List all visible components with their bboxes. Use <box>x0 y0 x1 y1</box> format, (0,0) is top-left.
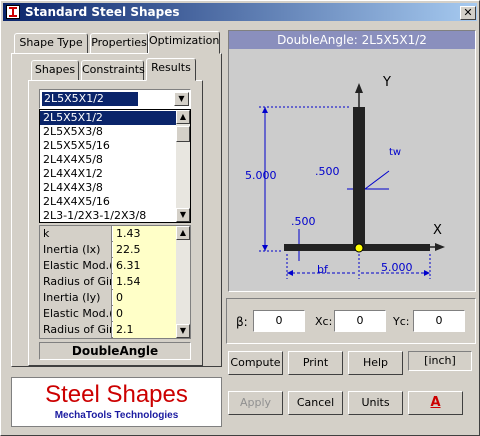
drawing-title: DoubleAngle: 2L5X5X1/2 <box>229 31 475 49</box>
scroll-down-icon[interactable]: ▼ <box>176 208 190 222</box>
property-value[interactable]: 1.54 <box>113 274 176 290</box>
scroll-up-icon[interactable]: ▲ <box>176 110 190 124</box>
title-bar[interactable]: Standard Steel Shapes ✕ <box>3 3 477 21</box>
x-axis-label: X <box>433 223 442 238</box>
property-label: Elastic Mod.(Sy) <box>40 306 112 322</box>
dim-arrow-icon <box>262 107 268 113</box>
xc-field[interactable]: 0 <box>334 310 386 332</box>
flange-thickness-label: .500 <box>291 215 316 228</box>
shape-dropdown-list[interactable]: 2L5X5X1/2 2L5X5X3/8 2L5X5X5/16 2L4X4X5/8… <box>39 109 191 223</box>
cancel-button[interactable]: Cancel <box>288 391 343 415</box>
shape-type-label: DoubleAngle <box>39 342 191 360</box>
tw-label: tw <box>389 147 402 158</box>
table-row: Elastic Mod.(Sx) 6.31 <box>40 258 176 274</box>
scroll-down-icon[interactable]: ▼ <box>176 324 190 338</box>
list-item[interactable]: 2L4X4X5/8 <box>40 153 176 167</box>
dim-arrow-icon <box>424 270 430 276</box>
tab-optimization[interactable]: Optimization <box>148 31 220 54</box>
tab-constraints[interactable]: Constraints <box>81 60 145 80</box>
print-button[interactable]: Print <box>288 351 343 375</box>
logo-panel: Steel Shapes MechaTools Technologies <box>11 377 222 427</box>
property-value[interactable]: 1.43 <box>113 226 176 242</box>
property-value[interactable]: 0 <box>113 290 176 306</box>
grid-scrollbar[interactable]: ▲ ▼ <box>176 226 190 338</box>
x-arrow-icon <box>435 243 445 251</box>
app-icon <box>6 5 20 19</box>
table-row: k 1.43 <box>40 226 176 242</box>
property-label: Inertia (Ix) <box>40 242 112 258</box>
xc-label: Xc: <box>315 315 333 328</box>
table-row: Inertia (Ix) 22.5 <box>40 242 176 258</box>
table-row: Radius of Gir.(rx) 1.54 <box>40 274 176 290</box>
units-button[interactable]: Units <box>348 391 403 415</box>
list-item[interactable]: 2L4X4X3/8 <box>40 181 176 195</box>
scroll-up-icon[interactable]: ▲ <box>176 226 190 240</box>
tab-properties[interactable]: Properties <box>90 33 148 53</box>
list-item[interactable]: 2L4X4X1/2 <box>40 167 176 181</box>
list-item[interactable]: 2L5X5X5/16 <box>40 139 176 153</box>
list-item[interactable]: 2L3-1/2X3-1/2X3/8 <box>40 209 176 223</box>
shape-list-items: 2L5X5X1/2 2L5X5X3/8 2L5X5X5/16 2L4X4X5/8… <box>40 111 176 223</box>
width-label: 5.000 <box>381 261 413 274</box>
property-label: Radius of Gir.(rx) <box>40 274 112 290</box>
property-value[interactable]: 6.31 <box>113 258 176 274</box>
bf-label: bf <box>317 263 328 276</box>
compute-button[interactable]: Compute <box>228 351 283 375</box>
table-row: Radius of Gir.(ry) 2.1 <box>40 322 176 338</box>
tab-shapes[interactable]: Shapes <box>31 60 79 80</box>
y-arrow-icon <box>355 83 363 93</box>
property-label: k <box>40 226 112 242</box>
shape-combo[interactable]: 2L5X5X1/2 ▼ <box>39 89 191 109</box>
list-item[interactable]: 2L5X5X3/8 <box>40 125 176 139</box>
font-button[interactable]: A <box>408 391 463 415</box>
property-grid: k 1.43 Inertia (Ix) 22.5 Elastic Mod.(Sx… <box>39 225 191 339</box>
list-item[interactable]: 2L4X4X5/16 <box>40 195 176 209</box>
list-scrollbar[interactable]: ▲ ▼ <box>176 110 190 222</box>
centroid-marker <box>354 243 364 253</box>
logo-title: Steel Shapes <box>45 381 188 408</box>
property-value[interactable]: 2.1 <box>113 322 176 338</box>
property-value[interactable]: 22.5 <box>113 242 176 258</box>
web-thickness-label: .500 <box>315 165 340 178</box>
window-title: Standard Steel Shapes <box>25 5 180 19</box>
close-button[interactable]: ✕ <box>460 6 476 20</box>
dim-arrow-icon <box>262 245 268 251</box>
property-label: Inertia (Iy) <box>40 290 112 306</box>
font-icon: A <box>430 395 441 410</box>
yc-label: Yc: <box>393 315 410 328</box>
table-row: Elastic Mod.(Sy) 0 <box>40 306 176 322</box>
logo-subtitle: MechaTools Technologies <box>54 410 179 421</box>
table-row: Inertia (Iy) 0 <box>40 290 176 306</box>
property-label: Elastic Mod.(Sx) <box>40 258 112 274</box>
yc-field[interactable]: 0 <box>413 310 465 332</box>
units-display: [inch] <box>408 351 472 371</box>
beta-label: β: <box>236 315 248 329</box>
beta-field[interactable]: 0 <box>253 310 305 332</box>
list-item[interactable]: 2L5X5X1/2 <box>40 111 176 125</box>
apply-button[interactable]: Apply <box>228 391 283 415</box>
steel-shapes-window: Standard Steel Shapes ✕ Shape Type Prope… <box>0 0 480 436</box>
scroll-thumb[interactable] <box>176 126 190 142</box>
chevron-down-icon[interactable]: ▼ <box>174 92 189 106</box>
tab-shape-type[interactable]: Shape Type <box>14 33 88 53</box>
property-rows: k 1.43 Inertia (Ix) 22.5 Elastic Mod.(Sx… <box>40 226 176 338</box>
drawing-panel: DoubleAngle: 2L5X5X1/2 Y X tw 5.000 .500… <box>228 30 476 292</box>
property-label: Radius of Gir.(ry) <box>40 322 112 338</box>
tw-leader <box>364 170 390 190</box>
orientation-group: β: 0 Xc: 0 Yc: 0 <box>226 298 476 344</box>
shape-combo-value: 2L5X5X1/2 <box>42 92 138 106</box>
help-button[interactable]: Help <box>348 351 403 375</box>
y-axis-label: Y <box>383 75 391 90</box>
property-value[interactable]: 0 <box>113 306 176 322</box>
tab-results[interactable]: Results <box>146 58 196 81</box>
dim-arrow-icon <box>287 270 293 276</box>
height-label: 5.000 <box>245 169 277 182</box>
